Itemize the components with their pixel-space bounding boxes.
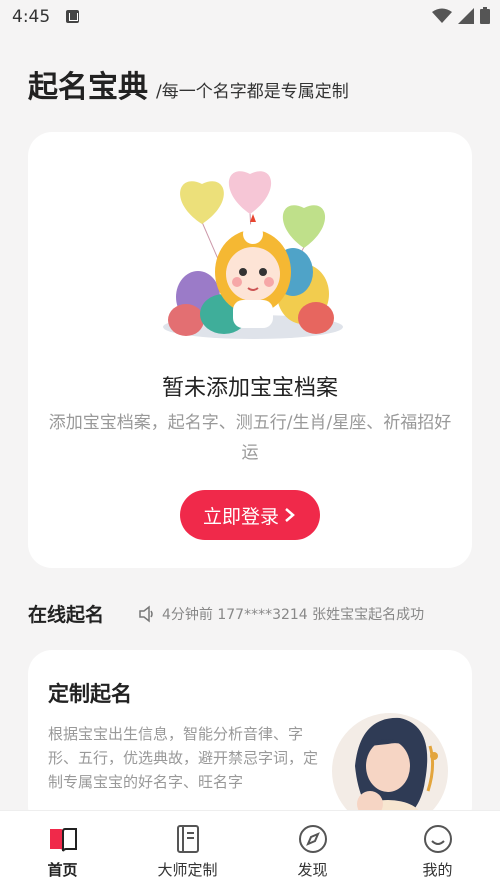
status-time: 4:45 [12,7,51,27]
empty-profile-title: 暂未添加宝宝档案 [161,376,338,401]
battery-icon [480,7,490,24]
tab-discover-label: 发现 [297,861,328,879]
tab-master[interactable]: 大师定制 [125,811,250,889]
book-icon [49,828,77,852]
page-title: 起名宝典 [28,70,148,105]
bottom-tab-bar: 首页 大师定制 发现 我的 [0,810,500,889]
tab-home[interactable]: 首页 [0,811,125,889]
status-bar: 4:45 [0,0,500,34]
smile-icon [423,825,452,853]
tab-mine-label: 我的 [422,861,453,879]
login-button-label: 立即登录 [202,505,279,528]
baby-profile-card: 暂未添加宝宝档案 添加宝宝档案，起名字、测五行/生肖/星座、祈福招好运 立即登录 [28,132,472,568]
chevron-right-icon [285,508,295,522]
empty-profile-desc: 添加宝宝档案，起名字、测五行/生肖/星座、祈福招好运 [48,413,452,463]
tab-home-label: 首页 [47,861,78,879]
wifi-icon [432,8,452,23]
status-icons [432,7,490,24]
notebook-icon [176,825,199,853]
custom-naming-desc: 根据宝宝出生信息，智能分析音律、字形、五行，优选典故，避开禁忌字词，定制专属宝宝… [48,725,319,791]
app-notification-icon [66,10,79,23]
baby-balloons-illustration [163,171,343,339]
custom-naming-title: 定制起名 [48,682,132,706]
tab-mine[interactable]: 我的 [375,811,500,889]
tab-discover[interactable]: 发现 [250,811,375,889]
online-naming-title: 在线起名 [28,604,105,626]
ticker-text: 4分钟前 177****3214 张姓宝宝起名成功 [162,607,425,623]
page-subtitle: /每一个名字都是专属定制 [156,82,349,102]
signal-icon [458,7,474,24]
speaker-icon [139,605,153,623]
tab-master-label: 大师定制 [157,861,218,879]
naming-ticker: 4分钟前 177****3214 张姓宝宝起名成功 [138,604,424,624]
compass-icon [298,825,327,853]
custom-naming-card[interactable]: 定制起名 根据宝宝出生信息，智能分析音律、字形、五行，优选典故，避开禁忌字词，定… [28,650,472,830]
login-button[interactable]: 立即登录 [180,490,320,540]
page-header: 起名宝典 /每一个名字都是专属定制 [28,62,349,106]
